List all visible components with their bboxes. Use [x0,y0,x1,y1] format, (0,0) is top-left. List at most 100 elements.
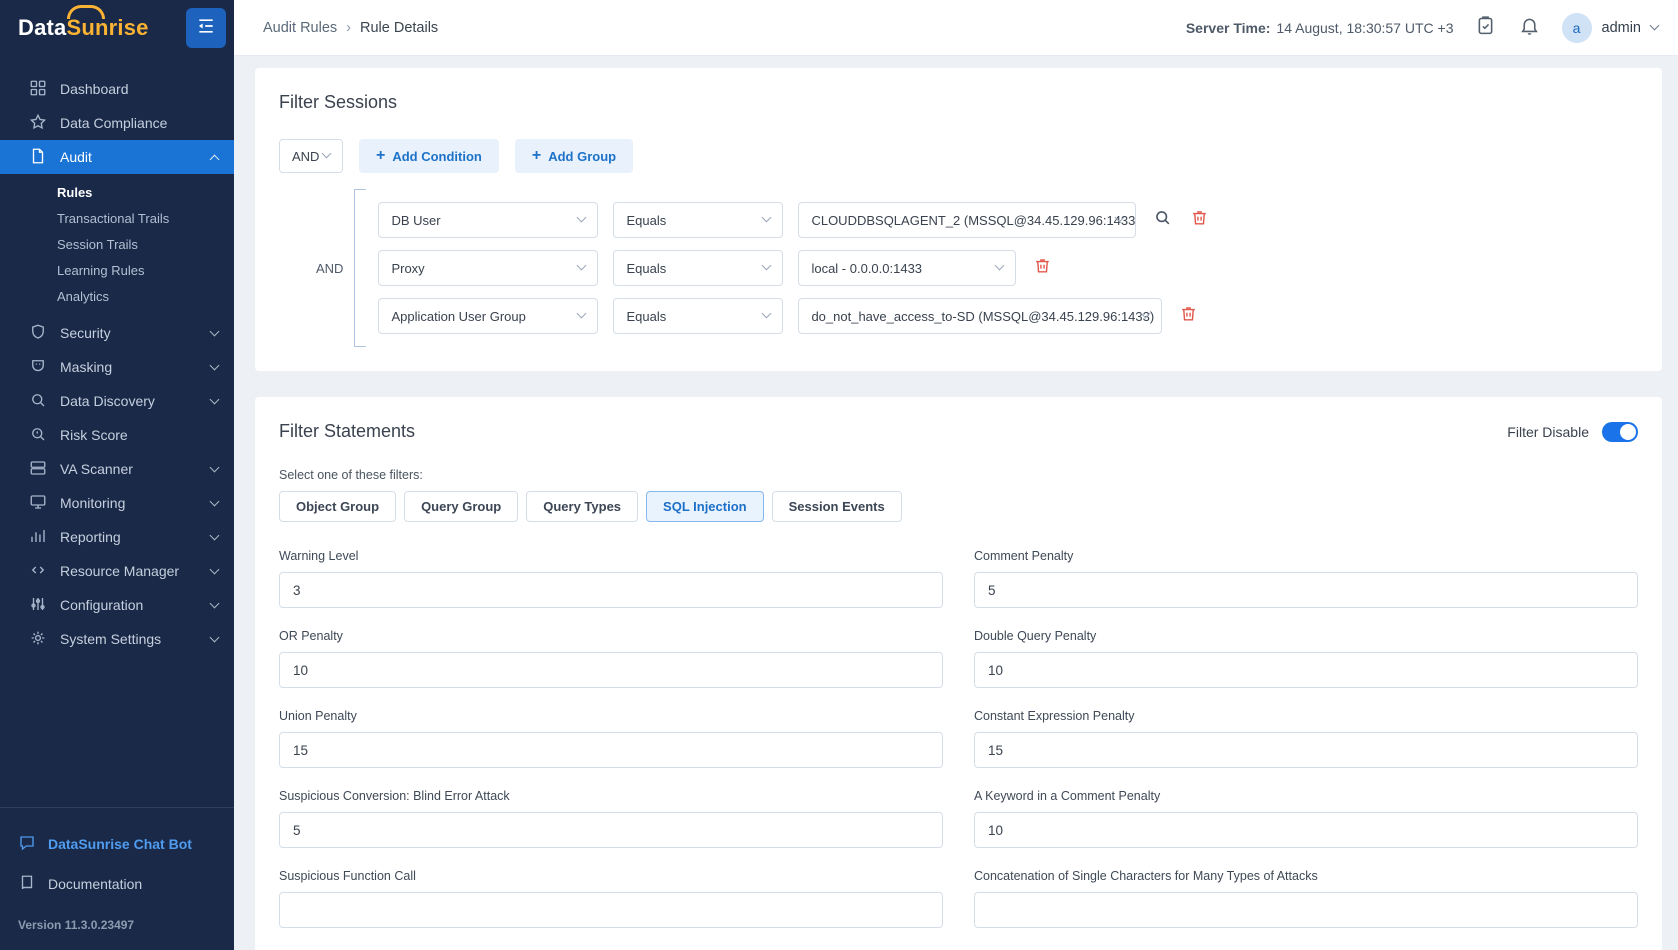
monitor-icon [29,493,47,514]
delete-condition-button[interactable] [1031,257,1053,279]
add-group-label: Add Group [548,148,617,164]
warning-level-input[interactable] [279,572,943,608]
add-condition-button[interactable]: + Add Condition [359,139,499,173]
filter-type-tabs: Object Group Query Group Query Types SQL… [279,491,1638,522]
avatar: a [1561,12,1592,43]
sidebar-item-data-discovery[interactable]: Data Discovery [0,384,234,418]
sidebar-item-session-trails[interactable]: Session Trails [0,231,234,257]
condition-operator-value: Equals [626,260,667,276]
tab-object-group[interactable]: Object Group [279,491,397,522]
suspicious-function-call-input[interactable] [279,892,943,928]
field-label: Comment Penalty [974,549,1074,563]
subnav-label: Rules [57,184,93,200]
plus-icon: + [531,147,542,164]
sidebar-item-masking[interactable]: Masking [0,350,234,384]
delete-condition-button[interactable] [1188,209,1210,231]
breadcrumb-audit-rules[interactable]: Audit Rules [263,20,337,36]
page-content: Filter Sessions AND + Add Condition + Ad… [234,56,1678,950]
filter-disable-label: Filter Disable [1507,423,1589,440]
sliders-icon [29,595,47,616]
keyword-comment-penalty-input[interactable] [974,812,1638,848]
sidebar-item-dashboard[interactable]: Dashboard [0,72,234,106]
chevron-down-icon [209,496,220,507]
sidebar-item-label: Monitoring [60,495,126,511]
condition-operator-select[interactable]: Equals [613,298,784,334]
condition-value-select[interactable]: local - 0.0.0.0:1433 [798,250,1017,286]
filter-disable-toggle[interactable] [1602,421,1638,442]
user-menu[interactable]: a admin [1561,12,1660,43]
condition-field-select[interactable]: Proxy [378,250,599,286]
sidebar-item-data-compliance[interactable]: Data Compliance [0,106,234,140]
tab-query-types[interactable]: Query Types [526,491,639,522]
chat-icon [18,834,36,855]
sidebar-item-reporting[interactable]: Reporting [0,520,234,554]
union-penalty-input[interactable] [279,732,943,768]
chevron-down-icon [321,148,332,159]
sidebar-item-label: Dashboard [60,81,129,97]
plus-icon: + [376,147,386,164]
notifications-button[interactable] [1518,16,1542,40]
add-group-button[interactable]: + Add Group [514,139,634,173]
sidebar-item-system-settings[interactable]: System Settings [0,622,234,656]
or-penalty-input[interactable] [279,652,943,688]
chevron-down-icon [577,308,587,319]
subnav-label: Analytics [57,288,110,304]
double-query-penalty-input[interactable] [974,652,1638,688]
sidebar-nav: Dashboard Data Compliance Audit Rules Tr… [0,56,234,656]
sidebar-item-analytics[interactable]: Analytics [0,283,234,309]
condition-field-select[interactable]: DB User [378,202,599,238]
condition-value-select[interactable]: CLOUDDBSQLAGENT_2 (MSSQL@34.45.129.96:14… [798,202,1137,238]
chevron-down-icon [209,326,220,337]
condition-row: DB User Equals CLOUDDBSQLAGENT_2 (MSSQL@… [378,202,1210,238]
sidebar-item-rules[interactable]: Rules [0,179,234,205]
star-icon [29,113,47,134]
sidebar-item-resource-manager[interactable]: Resource Manager [0,554,234,588]
sidebar-item-learning-rules[interactable]: Learning Rules [0,257,234,283]
server-time: Server Time: 14 August, 18:30:57 UTC +3 [1186,20,1454,36]
tab-sql-injection[interactable]: SQL Injection [646,491,764,522]
chevron-down-icon [1649,20,1660,31]
logo-row: DataSunrise [0,0,234,56]
collapse-menu-icon [196,16,216,41]
breadcrumb-separator: › [346,19,351,36]
field-label: Warning Level [279,549,359,563]
group-bracket [354,189,367,347]
documentation-link[interactable]: Documentation [0,864,234,904]
sidebar-item-risk-score[interactable]: Risk Score [0,418,234,452]
tasks-button[interactable] [1474,15,1498,40]
sidebar-collapse-button[interactable] [186,8,226,48]
condition-value-text: CLOUDDBSQLAGENT_2 (MSSQL@34.45.129.96:14… [811,212,1137,228]
condition-field-select[interactable]: Application User Group [378,298,599,334]
suspicious-conversion-input[interactable] [279,812,943,848]
risk-score-icon [29,425,47,446]
field-label: A Keyword in a Comment Penalty [974,789,1161,803]
search-value-button[interactable] [1151,209,1173,231]
condition-operator-select[interactable]: Equals [613,202,784,238]
condition-field-value: DB User [391,212,441,228]
condition-value-select[interactable]: do_not_have_access_to-SD (MSSQL@34.45.12… [798,298,1163,334]
sidebar-item-label: VA Scanner [60,461,133,477]
delete-condition-button[interactable] [1177,305,1199,327]
tab-query-group[interactable]: Query Group [404,491,519,522]
sidebar-item-audit[interactable]: Audit [0,140,234,174]
breadcrumb-current: Rule Details [360,19,439,36]
sidebar-item-security[interactable]: Security [0,316,234,350]
concatenation-single-chars-input[interactable] [974,892,1638,928]
constant-expression-penalty-input[interactable] [974,732,1638,768]
scanner-list-icon [29,459,47,480]
penalty-fields-grid: Warning Level Comment Penalty OR Penalty… [279,549,1638,928]
logic-operator-select[interactable]: AND [279,139,343,173]
app-logo[interactable]: DataSunrise [18,5,149,41]
field-concatenation-single-chars: Concatenation of Single Characters for M… [974,869,1638,928]
field-comment-penalty: Comment Penalty [974,549,1638,608]
tab-session-events[interactable]: Session Events [771,491,902,522]
sidebar-item-configuration[interactable]: Configuration [0,588,234,622]
condition-value-text: do_not_have_access_to-SD (MSSQL@34.45.12… [811,308,1155,324]
sidebar-item-va-scanner[interactable]: VA Scanner [0,452,234,486]
condition-operator-select[interactable]: Equals [613,250,784,286]
sidebar-item-transactional-trails[interactable]: Transactional Trails [0,205,234,231]
comment-penalty-input[interactable] [974,572,1638,608]
chatbot-link[interactable]: DataSunrise Chat Bot [0,824,234,864]
filter-sessions-title: Filter Sessions [279,92,398,112]
sidebar-item-monitoring[interactable]: Monitoring [0,486,234,520]
